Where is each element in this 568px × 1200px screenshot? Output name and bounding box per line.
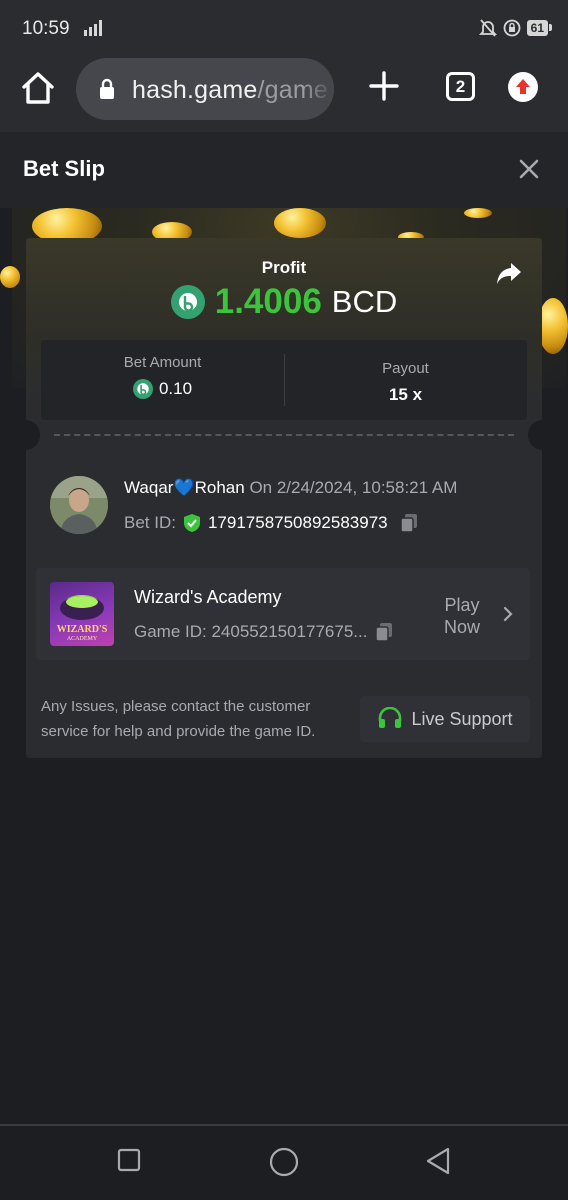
ticket-notch-left xyxy=(12,420,40,450)
bet-amount-row: 0.10 xyxy=(41,379,284,399)
bet-amount-value: 0.10 xyxy=(158,379,193,398)
bet-slip-header: Bet Slip xyxy=(0,132,568,208)
page-title: Bet Slip xyxy=(23,156,105,181)
bet-date: On 2/24/2024, 10:58:21 AM xyxy=(249,478,458,497)
plus-icon[interactable] xyxy=(366,68,402,104)
coin-decoration xyxy=(274,208,326,238)
back-triangle-icon[interactable] xyxy=(424,1146,452,1176)
url-fade xyxy=(304,58,334,120)
share-icon[interactable] xyxy=(494,258,524,288)
game-id-line: Game ID: 240552150177675... xyxy=(134,621,395,643)
play-now-line1: Play xyxy=(444,595,480,615)
lock-icon xyxy=(100,78,114,99)
url-text: hash.game/game xyxy=(132,76,328,105)
bet-id-value: 1791758750892583973 xyxy=(207,513,388,532)
home-icon[interactable] xyxy=(20,70,56,106)
profit-row: 1.4006 BCD xyxy=(26,282,542,322)
tabs-button[interactable]: 2 xyxy=(446,72,475,101)
battery-indicator: 61 xyxy=(526,20,553,36)
rotation-lock-icon xyxy=(503,19,521,37)
payout-value: 15 x xyxy=(388,385,423,404)
chevron-right-icon[interactable] xyxy=(502,606,514,622)
signal-icon xyxy=(84,20,102,36)
verified-shield-icon xyxy=(183,514,200,532)
coin-decoration xyxy=(464,208,492,218)
url-bar[interactable]: hash.game/game xyxy=(76,58,334,120)
payout-row: 15 x xyxy=(284,385,527,405)
ticket-notch-right xyxy=(528,420,556,450)
play-now-button[interactable]: Play Now xyxy=(440,594,484,638)
bet-stats: Bet Amount 0.10 Payout 15 x xyxy=(41,340,527,420)
browser-toolbar: hash.game/game 2 xyxy=(0,56,568,132)
bet-amount-label: Bet Amount xyxy=(123,354,202,371)
bell-off-icon xyxy=(478,19,497,37)
live-support-button[interactable]: Live Support xyxy=(360,696,530,742)
game-thumb-title: WIZARD'S xyxy=(57,624,108,635)
profit-section: Profit 1.4006 BCD Bet Amount 0.10 Payout… xyxy=(26,238,542,422)
bet-id-label: Bet ID: xyxy=(124,513,176,532)
play-now-line2: Now xyxy=(443,617,480,637)
copy-icon[interactable] xyxy=(398,512,420,534)
status-bar: 10:59 61 xyxy=(0,0,568,56)
payout-stat: Payout 15 x xyxy=(284,340,527,420)
bet-amount-stat: Bet Amount 0.10 xyxy=(41,340,284,420)
live-support-label: Live Support xyxy=(411,708,513,729)
bet-slip-card: Profit 1.4006 BCD Bet Amount 0.10 Payout… xyxy=(12,238,556,758)
dashed-divider xyxy=(54,434,514,436)
game-id: Game ID: 240552150177675... xyxy=(134,622,368,641)
system-nav-bar xyxy=(0,1124,568,1200)
url-host: hash.game xyxy=(132,76,258,104)
status-time: 10:59 xyxy=(22,18,70,39)
user-name[interactable]: Waqar💙Rohan xyxy=(124,478,245,497)
game-name: Wizard's Academy xyxy=(134,587,282,607)
bcd-coin-icon xyxy=(170,285,205,319)
square-icon[interactable] xyxy=(117,1148,141,1172)
payout-label: Payout xyxy=(382,360,429,377)
update-icon[interactable] xyxy=(508,72,538,102)
coin-decoration xyxy=(538,298,568,354)
profit-currency: BCD xyxy=(331,284,398,319)
bcd-coin-icon xyxy=(132,379,153,399)
game-row[interactable]: WIZARD'S ACADEMY Wizard's Academy Game I… xyxy=(36,568,530,660)
avatar[interactable] xyxy=(50,476,108,534)
coin-decoration xyxy=(0,266,20,288)
bet-id-line: Bet ID: 1791758750892583973 xyxy=(124,512,420,534)
game-thumbnail: WIZARD'S ACADEMY xyxy=(50,582,114,646)
profit-label: Profit xyxy=(261,258,307,277)
circle-icon[interactable] xyxy=(268,1146,300,1178)
headset-icon xyxy=(379,707,402,728)
user-line: Waqar💙Rohan On 2/24/2024, 10:58:21 AM xyxy=(124,478,457,498)
status-icons: 61 xyxy=(478,18,553,38)
copy-icon[interactable] xyxy=(373,621,395,643)
help-text: Any Issues, please contact the customer … xyxy=(41,698,316,740)
close-icon[interactable] xyxy=(516,156,542,182)
game-thumb-subtitle: ACADEMY xyxy=(67,636,98,642)
profit-value: 1.4006 xyxy=(214,282,322,321)
